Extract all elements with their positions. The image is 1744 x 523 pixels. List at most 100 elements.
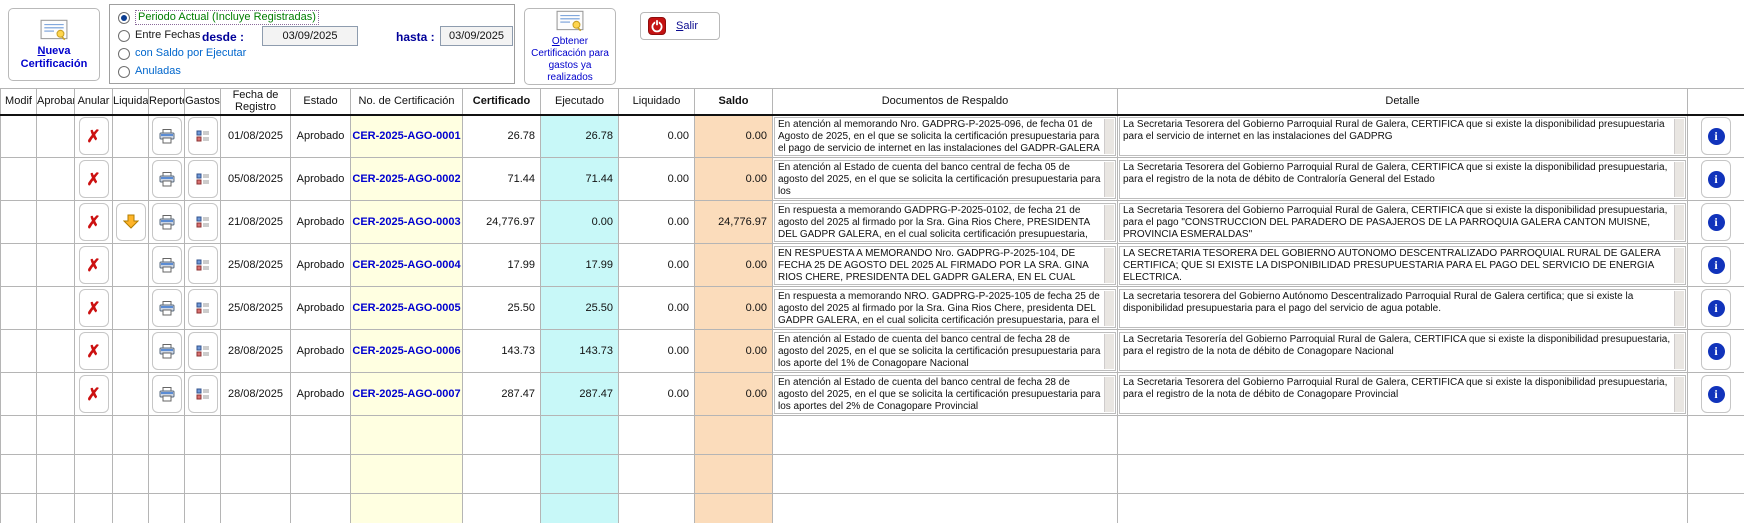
desde-label: desde :	[202, 30, 244, 44]
expense-list-icon	[196, 258, 210, 272]
cert-number-link[interactable]: CER-2025-AGO-0004	[351, 244, 463, 287]
gastos-button[interactable]	[188, 160, 218, 198]
gastos-button[interactable]	[188, 246, 218, 284]
cancel-x-icon: ✗	[86, 343, 100, 360]
empty-row	[1, 455, 1744, 494]
gastos-button[interactable]	[188, 332, 218, 370]
info-button[interactable]: i	[1701, 289, 1731, 327]
reporte-button[interactable]	[152, 246, 182, 284]
scrollbar[interactable]	[1674, 205, 1684, 240]
cell-saldo: 0.00	[695, 158, 773, 201]
info-icon: i	[1708, 257, 1725, 274]
cell-fecha: 21/08/2025	[221, 201, 291, 244]
anular-button[interactable]: ✗	[79, 332, 109, 370]
gastos-button[interactable]	[188, 117, 218, 155]
hasta-input[interactable]	[440, 26, 513, 46]
liquidar-button[interactable]	[116, 203, 146, 241]
certificaciones-table: Modif Aprobar Anular Liquidar Reporte Ga…	[0, 88, 1744, 523]
detalle-text: La Secretaria Tesorera del Gobierno Parr…	[1123, 162, 1671, 197]
scrollbar[interactable]	[1104, 162, 1114, 197]
reporte-button[interactable]	[152, 160, 182, 198]
cert-number-link[interactable]: CER-2025-AGO-0007	[351, 373, 463, 416]
anular-button[interactable]: ✗	[79, 375, 109, 413]
info-icon: i	[1708, 128, 1725, 145]
cell-fecha: 05/08/2025	[221, 158, 291, 201]
gastos-button[interactable]	[188, 203, 218, 241]
radio-selected-icon	[118, 12, 130, 24]
documentos-textbox: EN RESPUESTA A MEMORANDO Nro. GADPRG-P-2…	[774, 246, 1116, 285]
info-button[interactable]: i	[1701, 160, 1731, 198]
radio-periodo-actual[interactable]: Periodo Actual (Incluye Registradas)	[118, 10, 319, 25]
detalle-textbox: La secretaria tesorera del Gobierno Autó…	[1119, 289, 1686, 328]
scrollbar[interactable]	[1104, 248, 1114, 283]
scrollbar[interactable]	[1674, 248, 1684, 283]
reporte-button[interactable]	[152, 332, 182, 370]
documentos-textbox: En atención al Estado de cuenta del banc…	[774, 375, 1116, 414]
scrollbar[interactable]	[1674, 334, 1684, 369]
col-header-estado: Estado	[291, 89, 351, 115]
obtener-certificacion-label: Obtener Certificación para gastos ya rea…	[525, 36, 615, 84]
documentos-text: En respuesta a memorando GADPRG-P-2025-0…	[778, 205, 1101, 240]
cancel-x-icon: ✗	[86, 386, 100, 403]
reporte-button[interactable]	[152, 289, 182, 327]
scrollbar[interactable]	[1104, 119, 1114, 154]
printer-icon	[159, 344, 175, 359]
col-header-detalle: Detalle	[1118, 89, 1688, 115]
cell-ejecutado: 17.99	[541, 244, 619, 287]
cert-number-link[interactable]: CER-2025-AGO-0002	[351, 158, 463, 201]
table-row: ✗ 01/08/2025 Aprobado CER-2025-AGO-0001 …	[1, 115, 1744, 158]
scrollbar[interactable]	[1104, 291, 1114, 326]
scrollbar[interactable]	[1674, 119, 1684, 154]
anular-button[interactable]: ✗	[79, 246, 109, 284]
obtener-certificacion-button[interactable]: Obtener Certificación para gastos ya rea…	[524, 8, 616, 85]
scrollbar[interactable]	[1674, 162, 1684, 197]
reporte-button[interactable]	[152, 117, 182, 155]
col-header-aprobar: Aprobar	[37, 89, 75, 115]
scrollbar[interactable]	[1104, 334, 1114, 369]
gastos-button[interactable]	[188, 375, 218, 413]
toolbar: Nueva Certificación Periodo Actual (Incl…	[0, 0, 1744, 88]
info-button[interactable]: i	[1701, 117, 1731, 155]
radio-icon	[118, 66, 130, 78]
cell-certificado: 287.47	[463, 373, 541, 416]
col-header-liquidar: Liquidar	[113, 89, 149, 115]
info-button[interactable]: i	[1701, 246, 1731, 284]
info-button[interactable]: i	[1701, 203, 1731, 241]
expense-list-icon	[196, 129, 210, 143]
info-button[interactable]: i	[1701, 375, 1731, 413]
anular-button[interactable]: ✗	[79, 117, 109, 155]
scrollbar[interactable]	[1674, 291, 1684, 326]
nueva-certificacion-label: Nueva Certificación	[9, 45, 99, 71]
radio-con-saldo[interactable]: con Saldo por Ejecutar	[118, 46, 246, 61]
reporte-button[interactable]	[152, 203, 182, 241]
cert-number-link[interactable]: CER-2025-AGO-0003	[351, 201, 463, 244]
printer-icon	[159, 129, 175, 144]
printer-icon	[159, 172, 175, 187]
col-header-no-cert: No. de Certificación	[351, 89, 463, 115]
anular-button[interactable]: ✗	[79, 160, 109, 198]
cert-number-link[interactable]: CER-2025-AGO-0001	[351, 115, 463, 158]
radio-con-saldo-label: con Saldo por Ejecutar	[135, 47, 246, 60]
nueva-certificacion-button[interactable]: Nueva Certificación	[8, 8, 100, 81]
documentos-text: En atención al memorando Nro. GADPRG-P-2…	[778, 119, 1101, 154]
desde-input[interactable]	[262, 26, 358, 46]
documentos-text: En atención al Estado de cuenta del banc…	[778, 162, 1101, 197]
scrollbar[interactable]	[1104, 377, 1114, 412]
anular-button[interactable]: ✗	[79, 289, 109, 327]
scrollbar[interactable]	[1104, 205, 1114, 240]
cell-liquidado: 0.00	[619, 287, 695, 330]
cell-ejecutado: 71.44	[541, 158, 619, 201]
salir-button[interactable]: Salir	[640, 12, 720, 40]
info-button[interactable]: i	[1701, 332, 1731, 370]
radio-entre-fechas[interactable]: Entre Fechas	[118, 28, 200, 43]
gastos-button[interactable]	[188, 289, 218, 327]
scrollbar[interactable]	[1674, 377, 1684, 412]
reporte-button[interactable]	[152, 375, 182, 413]
anular-button[interactable]: ✗	[79, 203, 109, 241]
radio-anuladas[interactable]: Anuladas	[118, 64, 181, 79]
cell-saldo: 0.00	[695, 373, 773, 416]
cert-number-link[interactable]: CER-2025-AGO-0006	[351, 330, 463, 373]
cert-number-link[interactable]: CER-2025-AGO-0005	[351, 287, 463, 330]
cell-estado: Aprobado	[291, 373, 351, 416]
cancel-x-icon: ✗	[86, 171, 100, 188]
